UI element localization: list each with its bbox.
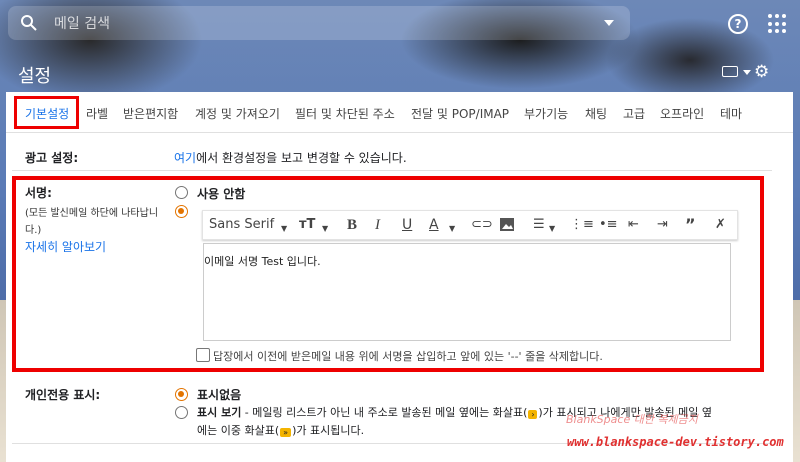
tab-labels[interactable]: 라벨 xyxy=(86,105,108,122)
tab-inbox[interactable]: 받은편지함 xyxy=(123,105,178,122)
page-title: 설정 xyxy=(18,66,52,87)
apps-grid-icon[interactable] xyxy=(768,14,788,34)
search-input[interactable] xyxy=(52,13,596,35)
tab-accounts[interactable]: 계정 및 가져오기 xyxy=(195,105,280,122)
ads-settings-text: 여기에서 환경설정을 보고 변경할 수 있습니다. xyxy=(174,151,407,165)
keyboard-dropdown-icon[interactable] xyxy=(743,70,751,75)
ads-settings-link[interactable]: 여기 xyxy=(174,151,196,165)
search-options-icon[interactable] xyxy=(604,20,614,26)
indicators-show-radio[interactable] xyxy=(175,406,188,419)
ads-settings-label: 광고 설정: xyxy=(25,151,79,165)
help-circle-icon[interactable]: ? xyxy=(728,14,748,34)
indicators-none-radio[interactable] xyxy=(175,388,188,401)
divider xyxy=(12,170,772,171)
double-arrow-indicator-icon: » xyxy=(280,428,292,437)
search-icon[interactable] xyxy=(20,14,38,35)
personal-indicators-label: 개인전용 표시: xyxy=(25,388,101,402)
tab-addons[interactable]: 부가기능 xyxy=(524,105,568,122)
indicators-none-label: 표시없음 xyxy=(197,388,242,402)
tab-offline[interactable]: 오프라인 xyxy=(660,105,704,122)
gear-icon[interactable]: ⚙ xyxy=(754,64,769,81)
highlight-box-tab xyxy=(14,96,79,129)
highlight-box-signature xyxy=(12,176,764,372)
tab-forwarding[interactable]: 전달 및 POP/IMAP xyxy=(411,105,509,122)
keyboard-icon[interactable] xyxy=(722,66,738,77)
tab-filters[interactable]: 필터 및 차단된 주소 xyxy=(295,105,395,122)
search-bar[interactable] xyxy=(8,6,630,40)
settings-tabs: 기본설정 라벨 받은편지함 계정 및 가져오기 필터 및 차단된 주소 전달 및… xyxy=(6,92,793,133)
single-arrow-indicator-icon: › xyxy=(528,410,538,419)
tab-chat[interactable]: 채팅 xyxy=(585,105,607,122)
tab-themes[interactable]: 테마 xyxy=(720,105,742,122)
watermark-ghost-text: BlankSpace 대한 복제금지 xyxy=(566,413,698,426)
tab-advanced[interactable]: 고급 xyxy=(623,105,645,122)
watermark-url: www.blankspace-dev.tistory.com xyxy=(567,435,784,449)
indicators-show-label-cont: 에는 이중 화살표(»)가 표시됩니다. xyxy=(197,424,365,437)
